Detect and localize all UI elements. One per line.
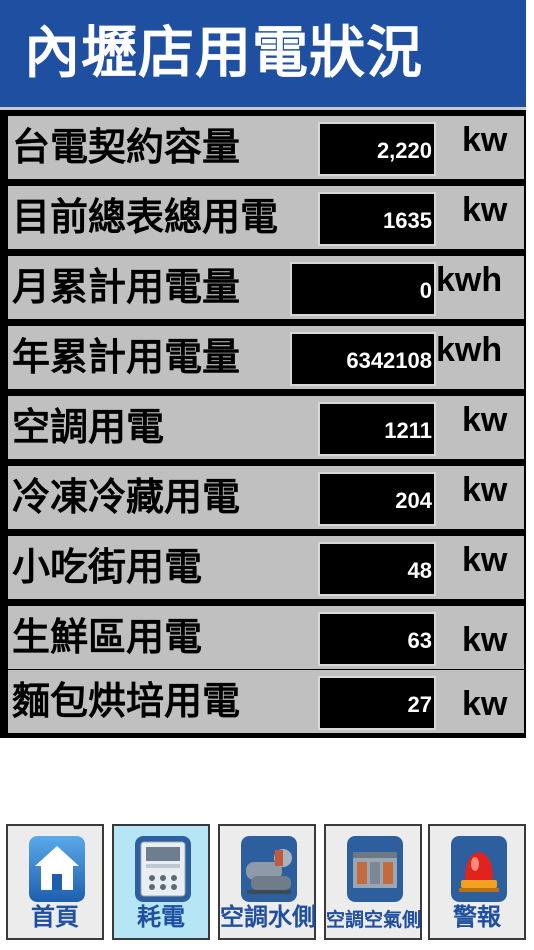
row-contract-capacity: 台電契約容量 2,220 kw (8, 116, 524, 179)
row-unit: kw (462, 541, 508, 579)
nav-hvac-water-button[interactable]: 空調水側 (218, 824, 316, 940)
power-meter-icon (135, 836, 191, 902)
row-unit: kw (462, 401, 508, 439)
nav-label: 耗電 (137, 903, 185, 931)
nav-hvac-air-button[interactable]: 空調空氣側 (324, 824, 422, 940)
air-handler-icon (347, 836, 403, 902)
row-value: 204 (318, 472, 436, 526)
row-refrigeration-power: 冷凍冷藏用電 204 kw (8, 466, 524, 529)
row-label: 生鮮區用電 (12, 615, 203, 659)
page-title: 內壢店用電狀況 (24, 21, 423, 86)
row-value: 6342108 (290, 332, 436, 386)
row-label: 麵包烘培用電 (12, 679, 241, 723)
row-value: 48 (318, 542, 436, 596)
row-value: 1211 (318, 402, 436, 456)
row-bakery-power: 麵包烘培用電 27 kw (8, 670, 524, 733)
row-hvac-power: 空調用電 1211 kw (8, 396, 524, 459)
row-value: 1635 (318, 192, 436, 246)
nav-label: 空調空氣側 (326, 909, 422, 931)
row-monthly-energy: 月累計用電量 0 kwh (8, 256, 524, 319)
row-value: 0 (290, 262, 436, 316)
header-bar: 內壢店用電狀況 (0, 0, 526, 110)
nav-home-button[interactable]: 首頁 (6, 824, 104, 940)
row-label: 目前總表總用電 (12, 195, 279, 239)
chiller-icon (241, 836, 297, 902)
row-unit: kw (462, 621, 508, 659)
row-label: 月累計用電量 (12, 265, 241, 309)
row-label: 小吃街用電 (12, 545, 203, 589)
nav-label: 空調水側 (220, 903, 316, 931)
row-yearly-energy: 年累計用電量 6342108 kwh (8, 326, 524, 389)
row-food-court-power: 小吃街用電 48 kw (8, 536, 524, 599)
row-label: 空調用電 (12, 405, 165, 449)
row-value: 27 (318, 676, 436, 730)
bottom-navigation: 首頁 耗電 空調水側 空調空氣側 警報 (6, 824, 526, 940)
row-label: 冷凍冷藏用電 (12, 475, 241, 519)
row-total-meter-power: 目前總表總用電 1635 kw (8, 186, 524, 249)
power-status-table: 台電契約容量 2,220 kw 目前總表總用電 1635 kw 月累計用電量 0… (0, 110, 526, 738)
row-label: 台電契約容量 (12, 125, 241, 169)
row-unit: kw (462, 471, 508, 509)
row-value: 2,220 (318, 122, 436, 176)
row-label: 年累計用電量 (12, 335, 241, 379)
row-unit: kw (462, 685, 508, 723)
row-unit: kwh (436, 331, 503, 369)
row-unit: kwh (436, 261, 503, 299)
row-unit: kw (462, 121, 508, 159)
row-value: 63 (318, 612, 436, 666)
nav-power-button[interactable]: 耗電 (112, 824, 210, 940)
nav-alarm-button[interactable]: 警報 (428, 824, 526, 940)
nav-label: 警報 (453, 903, 501, 931)
row-fresh-produce-power: 生鮮區用電 63 kw (8, 606, 524, 669)
alarm-light-icon (451, 836, 507, 902)
nav-label: 首頁 (31, 903, 79, 931)
row-unit: kw (462, 191, 508, 229)
home-icon (29, 836, 85, 902)
